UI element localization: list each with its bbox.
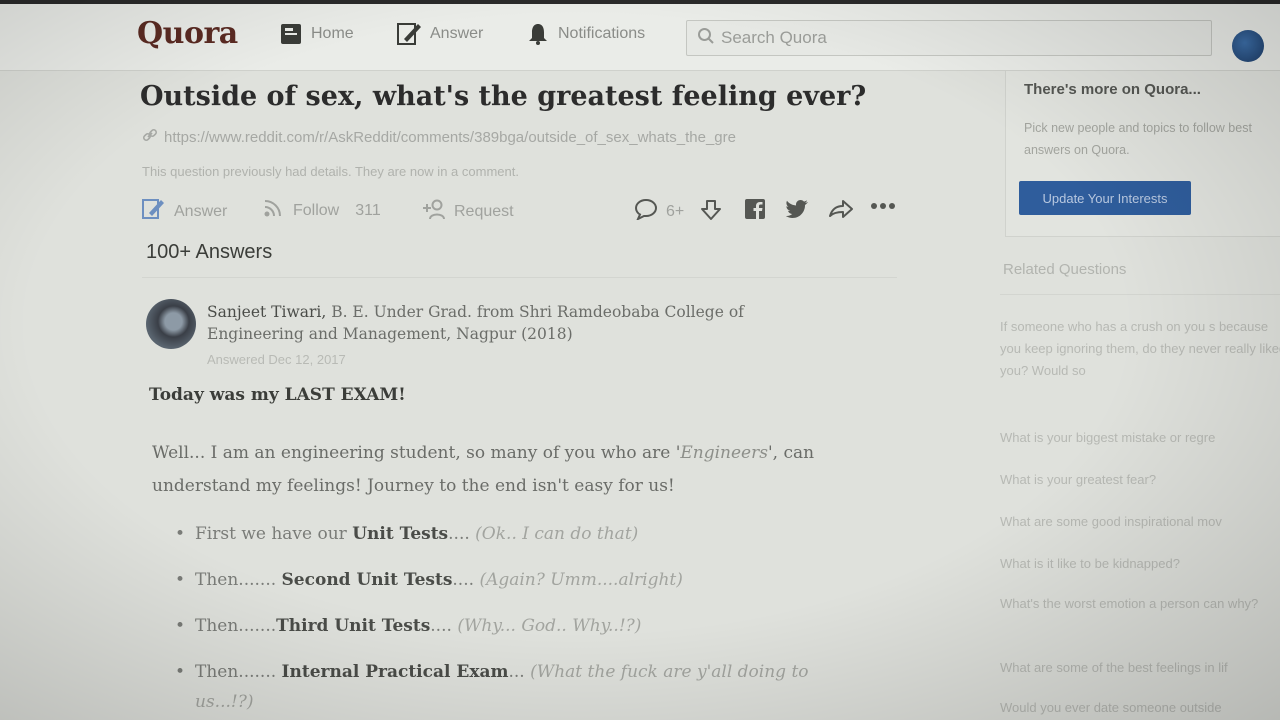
search-box[interactable]: Search Quora	[686, 20, 1212, 56]
answer-first-line: Today was my LAST EXAM!	[149, 385, 406, 405]
list-item-pre: Then.......	[195, 616, 277, 636]
twitter-icon	[785, 198, 810, 225]
author-credential: Sanjeet Tiwari, B. E. Under Grad. from S…	[207, 301, 807, 345]
comments-button[interactable]: 6+	[634, 198, 684, 225]
nav-answer-label: Answer	[430, 25, 484, 42]
nav-home[interactable]: Home	[279, 22, 354, 46]
question-action-bar: Answer Follow 311 Request 6+	[142, 195, 902, 225]
more-on-quora-box: There's more on Quora... Pick new people…	[1005, 71, 1280, 237]
list-item-pre: Then.......	[195, 662, 282, 682]
list-item-post: ....	[452, 570, 480, 590]
facebook-share-button[interactable]	[744, 198, 766, 225]
update-interests-button[interactable]: Update Your Interests	[1019, 181, 1191, 215]
home-icon	[279, 22, 303, 46]
related-question-link[interactable]: If someone who has a crush on you s beca…	[1000, 316, 1280, 382]
pencil-icon	[396, 21, 422, 47]
follow-button[interactable]: Follow 311	[263, 198, 381, 223]
comment-bubble-icon	[634, 198, 658, 225]
related-question-link[interactable]: What are some good inspirational mov	[1000, 511, 1280, 533]
more-on-quora-title: There's more on Quora...	[1024, 81, 1201, 98]
author-name[interactable]: Sanjeet Tiwari,	[207, 303, 326, 321]
list-item-pre: Then.......	[195, 570, 282, 590]
exam-list: First we have our Unit Tests.... (Ok.. I…	[175, 519, 855, 712]
question-link-text[interactable]: https://www.reddit.com/r/AskReddit/comme…	[164, 129, 736, 146]
related-question-link[interactable]: Would you ever date someone outside	[1000, 697, 1280, 719]
ellipsis-icon	[870, 198, 896, 216]
related-questions-title: Related Questions	[1003, 261, 1127, 278]
follow-button-label: Follow	[293, 201, 340, 219]
question-details-note: This question previously had details. Th…	[142, 164, 519, 179]
answer-pencil-icon	[142, 198, 166, 225]
author-avatar[interactable]	[146, 299, 196, 349]
list-item-post: ....	[430, 616, 458, 636]
downvote-arrow-icon	[699, 198, 723, 227]
comment-count: 6+	[666, 202, 685, 220]
nav-answer[interactable]: Answer	[396, 22, 483, 46]
request-button-label: Request	[454, 202, 514, 220]
top-navigation-bar: Quora Home Answer Notifications Search Q…	[0, 0, 1280, 71]
quora-logo[interactable]: Quora	[137, 16, 238, 51]
right-sidebar: There's more on Quora... Pick new people…	[1000, 71, 1280, 720]
answer-intro-paragraph: Well... I am an engineering student, so …	[152, 437, 872, 503]
more-options-button[interactable]	[870, 198, 896, 216]
twitter-share-button[interactable]	[785, 198, 810, 225]
main-content: Outside of sex, what's the greatest feel…	[0, 71, 990, 720]
share-arrow-icon	[828, 198, 854, 225]
answer-button[interactable]: Answer	[142, 198, 227, 225]
answered-date[interactable]: Answered Dec 12, 2017	[207, 352, 346, 367]
facebook-icon	[744, 198, 766, 225]
related-question-link[interactable]: What is your biggest mistake or regre	[1000, 427, 1280, 449]
intro-text-italic: Engineers	[680, 443, 768, 463]
list-item-post: ....	[448, 524, 476, 544]
list-item: Then....... Internal Practical Exam... (…	[175, 657, 855, 712]
related-divider	[1000, 294, 1280, 295]
intro-text-a: Well... I am an engineering student, so …	[152, 443, 681, 463]
related-question-link[interactable]: What is it like to be kidnapped?	[1000, 553, 1280, 575]
list-item-bold: Internal Practical Exam	[281, 662, 509, 682]
bell-icon	[526, 22, 550, 46]
nav-notifications[interactable]: Notifications	[526, 22, 645, 46]
related-question-link[interactable]: What's the worst emotion a person can wh…	[1000, 593, 1280, 637]
more-on-quora-description: Pick new people and topics to follow bes…	[1024, 121, 1252, 157]
search-input[interactable]: Search Quora	[721, 28, 827, 48]
answer-count: 100+ Answers	[146, 241, 273, 263]
list-item-bold: Unit Tests	[352, 524, 449, 544]
nav-notifications-label: Notifications	[558, 25, 646, 42]
nav-home-label: Home	[311, 25, 354, 42]
list-item-pre: First we have our	[195, 524, 353, 544]
list-item: First we have our Unit Tests.... (Ok.. I…	[175, 519, 855, 565]
profile-avatar[interactable]	[1232, 30, 1264, 62]
window-edge	[0, 0, 1280, 4]
answer-button-label: Answer	[174, 202, 228, 220]
list-item-italic: (Why... God.. Why..!?)	[457, 616, 642, 636]
downvote-button[interactable]	[699, 198, 723, 227]
related-question-link[interactable]: What is your greatest fear?	[1000, 469, 1280, 491]
related-question-link[interactable]: What are some of the best feelings in li…	[1000, 657, 1280, 679]
question-source-link[interactable]: https://www.reddit.com/r/AskReddit/comme…	[142, 127, 736, 147]
share-button[interactable]	[828, 198, 854, 225]
list-item-italic: (Again? Umm....alright)	[479, 570, 683, 590]
list-item-post: ...	[508, 662, 531, 682]
list-item-italic: (Ok.. I can do that)	[475, 524, 639, 544]
rss-icon	[263, 198, 285, 223]
follow-count: 311	[355, 201, 381, 219]
search-icon	[697, 27, 715, 50]
list-item-bold: Second Unit Tests	[281, 570, 453, 590]
link-icon	[142, 127, 158, 147]
section-divider	[142, 277, 897, 278]
list-item: Then....... Second Unit Tests.... (Again…	[175, 565, 855, 611]
list-item-bold: Third Unit Tests	[276, 616, 431, 636]
question-title[interactable]: Outside of sex, what's the greatest feel…	[140, 81, 866, 112]
add-person-icon	[422, 198, 446, 225]
request-button[interactable]: Request	[422, 198, 514, 225]
list-item: Then.......Third Unit Tests.... (Why... …	[175, 611, 855, 657]
